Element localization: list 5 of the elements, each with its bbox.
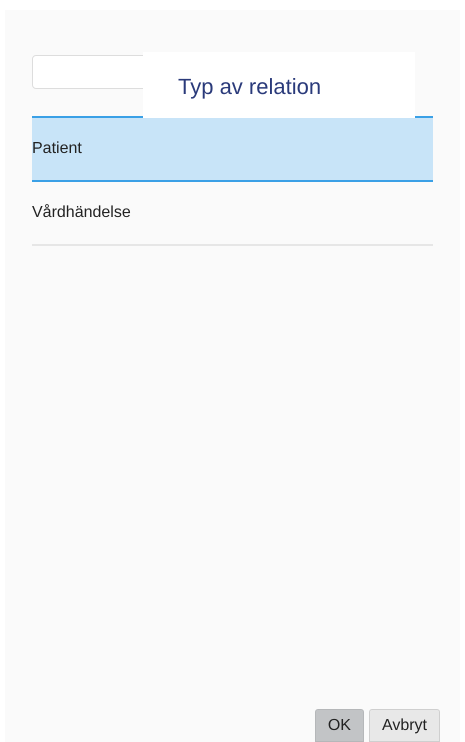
list-item[interactable]: Vårdhändelse bbox=[32, 182, 433, 246]
list-item[interactable]: Patient bbox=[32, 116, 433, 182]
dialog-button[interactable]: OK bbox=[314, 709, 364, 742]
dialog-title: Typ av relation bbox=[178, 73, 322, 101]
dialog-button[interactable]: Avbryt bbox=[368, 709, 440, 742]
